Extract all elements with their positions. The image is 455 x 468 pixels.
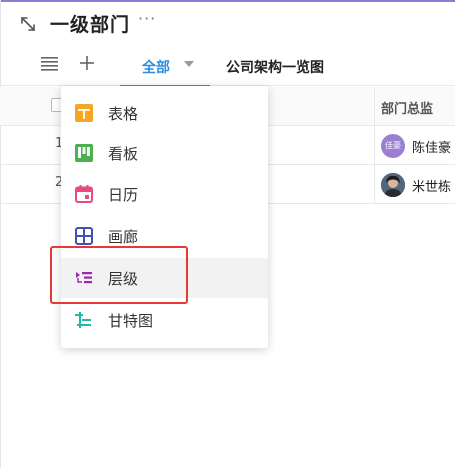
user-name: 陈佳豪 — [412, 141, 452, 156]
more-options-icon[interactable]: ··· — [138, 9, 156, 28]
menu-list-icon[interactable] — [41, 56, 58, 71]
kanban-icon — [75, 144, 93, 162]
menu-item-calendar[interactable]: 日历 — [61, 174, 268, 214]
gantt-icon — [75, 312, 91, 328]
menu-item-label: 甘特图 — [108, 312, 154, 330]
column-header-director[interactable]: 部门总监 — [381, 98, 433, 117]
menu-item-label: 画廊 — [108, 228, 139, 246]
user-name: 米世栋 — [412, 180, 452, 195]
gallery-icon — [75, 227, 93, 245]
menu-item-table[interactable]: 表格 — [61, 93, 268, 133]
page-title: 一级部门 — [50, 14, 131, 36]
table-icon — [75, 104, 93, 122]
avatar: 佳豪 — [381, 134, 405, 158]
page-header: 一级部门 ··· — [0, 2, 455, 42]
chevron-down-icon[interactable] — [184, 61, 194, 67]
column-divider — [374, 87, 375, 204]
view-type-dropdown: 表格 看板 日历 画廊 层级 甘特图 — [61, 86, 268, 348]
tab-org-chart[interactable]: 公司架构一览图 — [226, 57, 324, 77]
tab-all[interactable]: 全部 — [120, 44, 210, 87]
menu-item-label: 看板 — [108, 145, 139, 163]
menu-item-label: 日历 — [108, 186, 139, 204]
add-view-icon[interactable] — [79, 55, 95, 71]
menu-item-kanban[interactable]: 看板 — [61, 133, 268, 173]
avatar-photo-icon — [381, 173, 405, 197]
expand-icon[interactable] — [18, 14, 38, 34]
user-cell[interactable]: 佳豪 陈佳豪 — [378, 133, 455, 159]
avatar — [381, 173, 405, 197]
calendar-icon — [75, 185, 93, 203]
highlight-annotation-box — [50, 246, 188, 304]
user-cell[interactable]: 米世栋 — [378, 172, 455, 198]
tab-all-label: 全部 — [142, 60, 170, 76]
menu-item-gantt[interactable]: 甘特图 — [61, 300, 268, 340]
view-toolbar: 全部 公司架构一览图 — [0, 44, 455, 87]
menu-item-label: 表格 — [108, 105, 139, 123]
